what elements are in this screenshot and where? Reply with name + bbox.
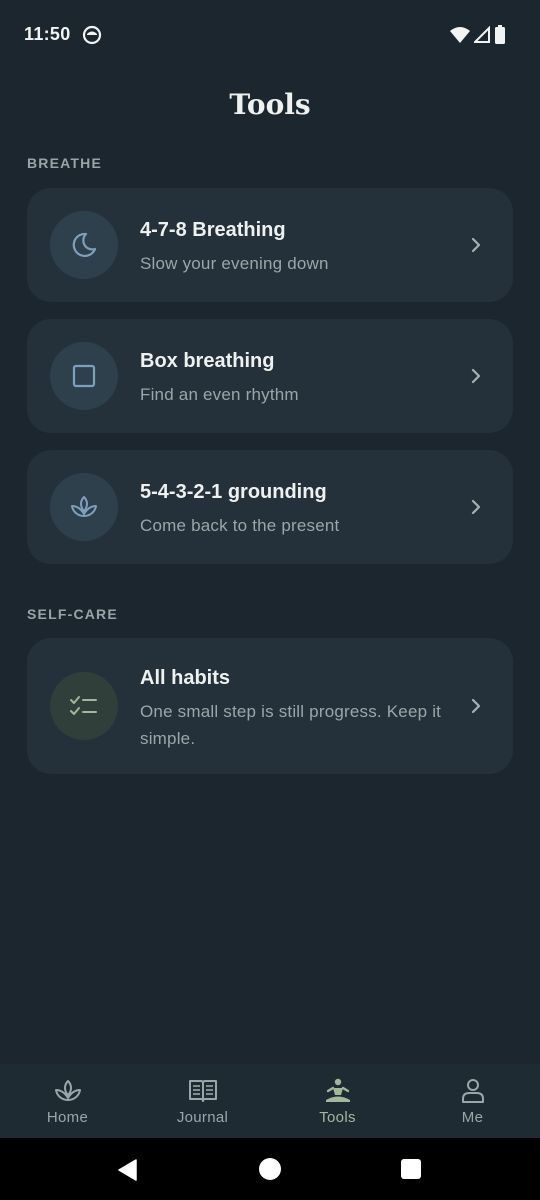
chevron-right-icon: [471, 237, 481, 253]
page-title: Tools: [229, 88, 311, 121]
book-icon: [188, 1080, 217, 1102]
status-icons: [450, 24, 506, 46]
checklist-icon-badge: [50, 672, 118, 740]
wifi-icon: [450, 27, 470, 43]
nav-label: Me: [461, 1109, 484, 1126]
nav-item-home[interactable]: Home: [0, 1064, 135, 1138]
nav-label: Home: [46, 1109, 89, 1126]
lotus-icon: [54, 1080, 81, 1101]
meditation-icon: [325, 1078, 350, 1102]
recents-icon[interactable]: [400, 1158, 422, 1180]
nav-item-me[interactable]: Me: [405, 1064, 540, 1138]
card-title: 5-4-3-2-1 grounding: [140, 481, 327, 503]
card-subtitle: Slow your evening down: [140, 254, 329, 273]
card-subtitle: One small step is still progress. Keep i…: [140, 702, 442, 748]
status-bar: 11:50: [0, 0, 540, 70]
bottom-nav: Home Journal Tools Me: [0, 1064, 540, 1138]
nav-item-tools[interactable]: Tools: [270, 1064, 405, 1138]
home-circle-icon[interactable]: [258, 1157, 282, 1181]
status-time: 11:50: [24, 24, 71, 44]
chevron-right-icon: [471, 368, 481, 384]
tool-card-478-breathing[interactable]: 4-7-8 Breathing Slow your evening down: [27, 188, 513, 302]
person-icon: [461, 1079, 484, 1103]
checklist-icon: [70, 696, 97, 715]
square-icon: [72, 364, 96, 388]
square-icon-badge: [50, 342, 118, 410]
tool-card-box-breathing[interactable]: Box breathing Find an even rhythm: [27, 319, 513, 433]
signal-icon: [474, 26, 490, 43]
nav-item-journal[interactable]: Journal: [135, 1064, 270, 1138]
card-title: Box breathing: [140, 350, 275, 372]
moon-icon: [72, 232, 97, 258]
tools-screen: 11:50 Tools BREATHE 4-7-8 Breathing Slow…: [0, 0, 540, 1200]
nav-label: Tools: [319, 1109, 356, 1126]
system-nav-bar: [0, 1138, 540, 1200]
chevron-right-icon: [471, 698, 481, 714]
chevron-right-icon: [471, 499, 481, 515]
card-title: All habits: [140, 667, 231, 689]
section-label-self-care: SELF-CARE: [27, 606, 118, 622]
battery-icon: [495, 25, 505, 44]
moon-icon-badge: [50, 211, 118, 279]
lotus-icon-badge: [50, 473, 118, 541]
tool-card-grounding[interactable]: 5-4-3-2-1 grounding Come back to the pre…: [27, 450, 513, 564]
section-label-breathe: BREATHE: [27, 155, 103, 171]
tool-card-all-habits[interactable]: All habits One small step is still progr…: [27, 638, 513, 774]
lotus-icon: [71, 496, 97, 517]
nav-label: Journal: [176, 1109, 229, 1126]
card-subtitle: Find an even rhythm: [140, 385, 299, 404]
back-icon[interactable]: [116, 1158, 140, 1182]
card-title: 4-7-8 Breathing: [140, 219, 286, 241]
app-notification-icon: [82, 25, 102, 45]
card-subtitle: Come back to the present: [140, 516, 340, 535]
